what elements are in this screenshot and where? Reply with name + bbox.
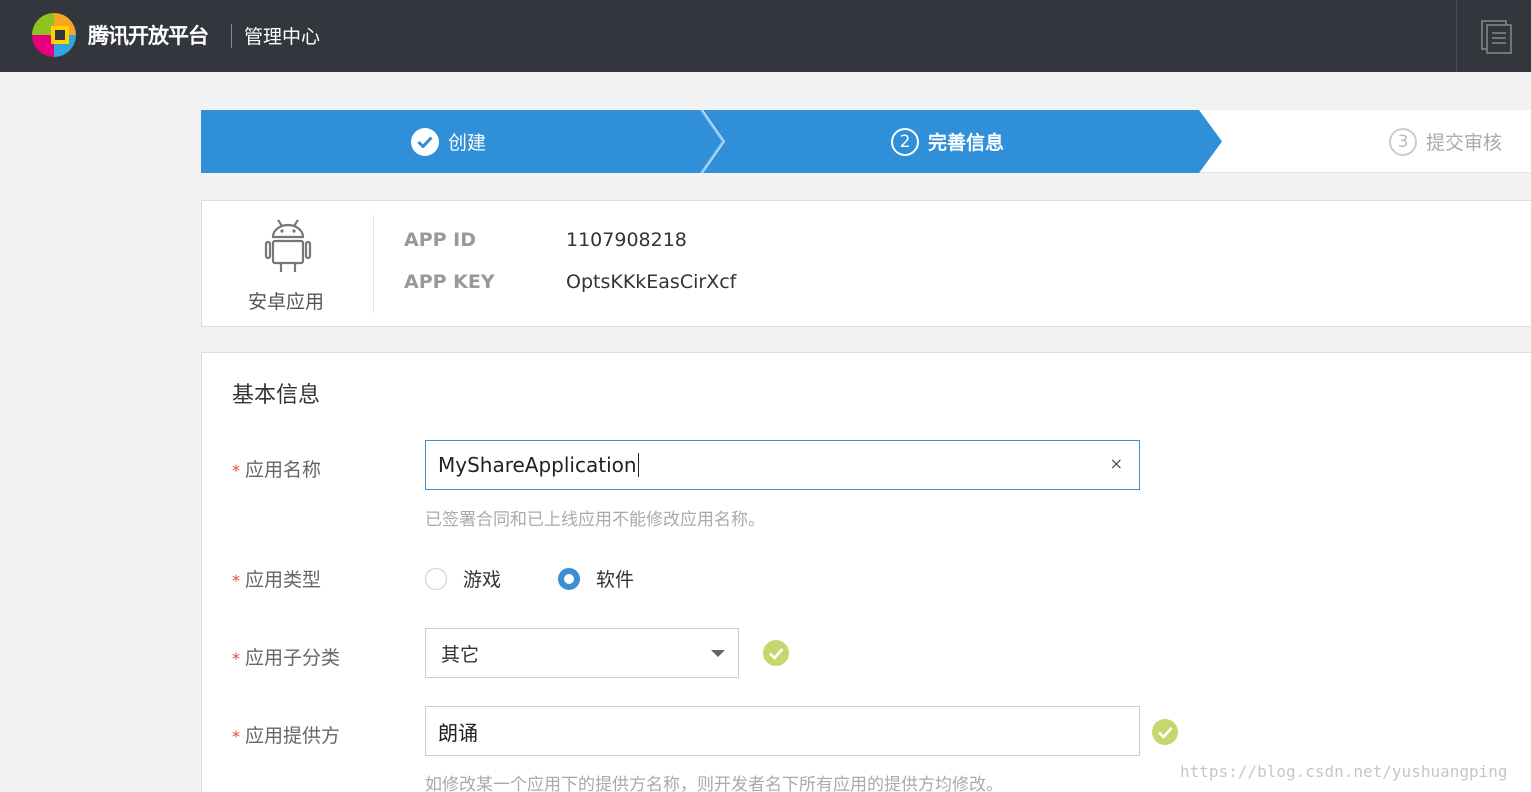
app-name-input[interactable]: MyShareApplication × — [425, 440, 1140, 490]
field-label-text: 应用名称 — [245, 459, 322, 481]
app-key-value: OptsKKkEasCirXcf — [566, 271, 737, 293]
text-caret — [637, 453, 639, 477]
sub-category-label: * 应用子分类 — [232, 643, 340, 670]
dropdown-arrow-icon[interactable] — [711, 650, 725, 657]
field-label-text: 应用类型 — [245, 569, 322, 591]
step-label: 完善信息 — [928, 132, 1005, 154]
clear-icon[interactable]: × — [1110, 454, 1123, 473]
topbar-divider — [1456, 0, 1457, 72]
valid-check-icon — [763, 640, 789, 666]
brand-name: 腾讯开放平台 — [88, 24, 209, 48]
radio-game[interactable]: 游戏 — [425, 565, 501, 592]
step-label: 提交审核 — [1426, 132, 1503, 154]
sub-category-value: 其它 — [441, 643, 480, 666]
tencent-open-logo[interactable] — [30, 11, 78, 59]
app-info-card: 安卓应用 APP ID 1107908218 APP KEY OptsKKkEa… — [201, 200, 1531, 327]
android-icon — [264, 219, 312, 272]
step-complete-info: 2 完善信息 — [891, 110, 1004, 173]
radio-checked-icon[interactable] — [558, 567, 580, 590]
field-label-text: 应用子分类 — [245, 647, 341, 669]
step-label: 创建 — [448, 132, 487, 154]
app-name-label: * 应用名称 — [232, 455, 321, 482]
check-circle-icon — [411, 127, 439, 156]
appcard-divider — [373, 215, 374, 313]
step-arrows — [201, 110, 1222, 173]
brand-divider — [231, 24, 232, 48]
step-number: 3 — [1389, 127, 1417, 156]
radio-label: 游戏 — [463, 569, 502, 591]
provider-value: 朗诵 — [438, 720, 478, 745]
provider-input[interactable]: 朗诵 — [425, 706, 1140, 756]
document-list-icon[interactable] — [1481, 20, 1513, 54]
required-mark: * — [232, 727, 240, 746]
watermark: https://blog.csdn.net/yushuangping — [1180, 762, 1508, 781]
page-title: 管理中心 — [244, 26, 321, 48]
app-id-value: 1107908218 — [566, 229, 687, 251]
step-number: 2 — [891, 127, 919, 156]
required-mark: * — [232, 571, 240, 590]
required-mark: * — [232, 461, 240, 480]
radio-unchecked-icon[interactable] — [425, 567, 447, 590]
step-create: 创建 — [411, 110, 486, 173]
section-title: 基本信息 — [232, 383, 321, 408]
provider-hint: 如修改某一个应用下的提供方名称，则开发者名下所有应用的提供方均修改。 — [425, 775, 1003, 792]
valid-check-icon — [1152, 719, 1178, 745]
step-submit-review: 3 提交审核 — [1389, 110, 1502, 173]
field-label-text: 应用提供方 — [245, 725, 341, 747]
required-mark: * — [232, 649, 240, 668]
provider-label: * 应用提供方 — [232, 721, 340, 748]
app-type-label: * 应用类型 — [232, 565, 321, 592]
radio-software[interactable]: 软件 — [558, 565, 634, 592]
sub-category-select[interactable]: 其它 — [425, 628, 739, 678]
app-id-label: APP ID — [404, 229, 477, 251]
basic-info-form: 基本信息 * 应用名称 MyShareApplication × 已签署合同和已上… — [201, 352, 1531, 792]
top-bar: 腾讯开放平台 管理中心 — [0, 0, 1531, 72]
radio-label: 软件 — [596, 569, 635, 591]
app-name-hint: 已签署合同和已上线应用不能修改应用名称。 — [425, 510, 765, 530]
step-progress-bar: 创建 2 完善信息 3 提交审核 — [201, 110, 1531, 173]
app-key-label: APP KEY — [404, 271, 495, 293]
platform-label: 安卓应用 — [248, 291, 325, 313]
app-name-value: MyShareApplication — [438, 453, 637, 477]
